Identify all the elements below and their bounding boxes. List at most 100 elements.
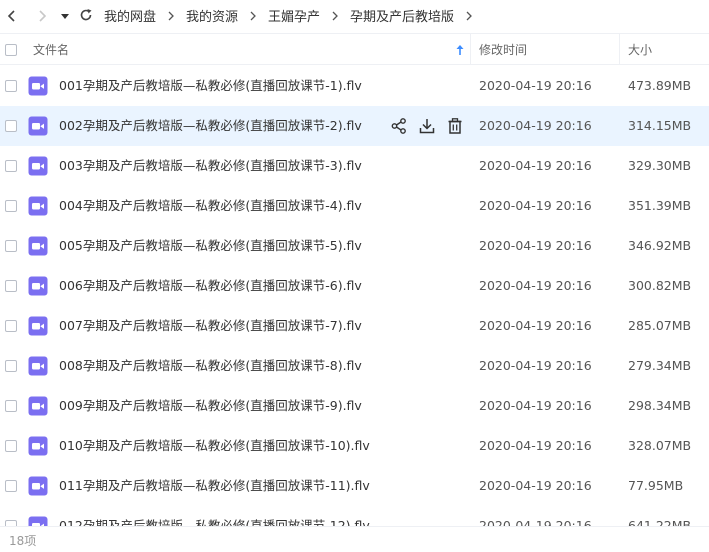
file-size: 473.89MB [628,78,692,93]
file-size: 77.95MB [628,478,684,493]
file-name[interactable]: 009孕期及产后教培版—私教必修(直播回放课节-9).flv [59,386,362,426]
video-file-icon [28,116,48,136]
breadcrumb-item[interactable]: 我的资源 [186,6,238,25]
file-size: 298.34MB [628,398,692,413]
row-checkbox[interactable] [5,440,17,452]
file-name[interactable]: 008孕期及产后教培版—私教必修(直播回放课节-8).flv [59,346,362,386]
video-file-icon [28,196,48,216]
row-checkbox[interactable] [5,400,17,412]
file-name[interactable]: 007孕期及产后教培版—私教必修(直播回放课节-7).flv [59,306,362,346]
file-modified-time: 2020-04-19 20:16 [479,358,592,373]
video-file-icon [28,316,48,336]
file-row[interactable]: 006孕期及产后教培版—私教必修(直播回放课节-6).flv 2020-04-19… [0,266,709,306]
breadcrumb-separator-icon [249,11,257,21]
column-header-size[interactable]: 大小 [628,34,652,65]
row-checkbox[interactable] [5,320,17,332]
file-size: 346.92MB [628,238,692,253]
column-header-name[interactable]: 文件名 [33,34,69,65]
breadcrumb-item[interactable]: 我的网盘 [104,6,156,25]
file-name[interactable]: 004孕期及产后教培版—私教必修(直播回放课节-4).flv [59,186,362,226]
file-row[interactable]: 005孕期及产后教培版—私教必修(直播回放课节-5).flv 2020-04-19… [0,226,709,266]
navigation-bar: 我的网盘 我的资源 王媚孕产 孕期及产后教培版 [0,0,709,31]
forward-button[interactable] [33,7,51,25]
video-file-icon [28,516,48,526]
row-checkbox[interactable] [5,200,17,212]
breadcrumb-separator-icon [331,11,339,21]
row-checkbox[interactable] [5,160,17,172]
row-checkbox[interactable] [5,480,17,492]
file-modified-time: 2020-04-19 20:16 [479,318,592,333]
file-size: 279.34MB [628,358,692,373]
video-file-icon [28,276,48,296]
file-size: 328.07MB [628,438,692,453]
video-file-icon [28,76,48,96]
breadcrumb-item[interactable]: 孕期及产后教培版 [350,6,454,25]
history-dropdown-button[interactable] [56,7,74,25]
refresh-button[interactable] [77,6,95,24]
breadcrumb-separator-icon[interactable] [465,11,473,21]
file-name[interactable]: 012孕期及产后教培版—私教必修(直播回放课节-12).flv [59,506,370,526]
select-all-checkbox-wrap [5,34,17,65]
video-file-icon [28,356,48,376]
chevron-right-icon [39,10,47,22]
file-list: 001孕期及产后教培版—私教必修(直播回放课节-1).flv 2020-04-19… [0,66,709,526]
row-checkbox[interactable] [5,240,17,252]
share-icon[interactable] [390,117,408,135]
sort-arrow-up-icon[interactable] [455,34,465,65]
video-file-icon [28,476,48,496]
refresh-icon [80,9,92,21]
file-size: 329.30MB [628,158,692,173]
file-row[interactable]: 007孕期及产后教培版—私教必修(直播回放课节-7).flv 2020-04-19… [0,306,709,346]
select-all-checkbox[interactable] [5,43,17,56]
file-name[interactable]: 006孕期及产后教培版—私教必修(直播回放课节-6).flv [59,266,362,306]
file-name[interactable]: 003孕期及产后教培版—私教必修(直播回放课节-3).flv [59,146,362,186]
download-icon[interactable] [418,117,436,135]
file-row[interactable]: 011孕期及产后教培版—私教必修(直播回放课节-11).flv 2020-04-1… [0,466,709,506]
file-modified-time: 2020-04-19 20:16 [479,478,592,493]
row-checkbox[interactable] [5,280,17,292]
file-row[interactable]: 012孕期及产后教培版—私教必修(直播回放课节-12).flv 2020-04-1… [0,506,709,526]
file-row[interactable]: 010孕期及产后教培版—私教必修(直播回放课节-10).flv 2020-04-1… [0,426,709,466]
file-row[interactable]: 009孕期及产后教培版—私教必修(直播回放课节-9).flv 2020-04-19… [0,386,709,426]
column-divider [470,34,471,65]
chevron-left-icon [7,10,15,22]
file-modified-time: 2020-04-19 20:16 [479,118,592,133]
video-file-icon [28,396,48,416]
breadcrumb-separator-icon [167,11,175,21]
file-modified-time: 2020-04-19 20:16 [479,78,592,93]
file-modified-time: 2020-04-19 20:16 [479,278,592,293]
file-modified-time: 2020-04-19 20:16 [479,198,592,213]
file-size: 300.82MB [628,278,692,293]
file-size: 285.07MB [628,318,692,333]
column-divider [619,34,620,65]
status-bar: 18项 [0,526,709,552]
file-row[interactable]: 004孕期及产后教培版—私教必修(直播回放课节-4).flv 2020-04-19… [0,186,709,226]
file-name[interactable]: 011孕期及产后教培版—私教必修(直播回放课节-11).flv [59,466,370,506]
file-name[interactable]: 005孕期及产后教培版—私教必修(直播回放课节-5).flv [59,226,362,266]
file-name[interactable]: 001孕期及产后教培版—私教必修(直播回放课节-1).flv [59,66,362,106]
trash-icon[interactable] [446,117,464,135]
breadcrumb: 我的网盘 我的资源 王媚孕产 孕期及产后教培版 [104,0,484,31]
caret-down-icon [61,14,69,19]
file-size: 351.39MB [628,198,692,213]
file-modified-time: 2020-04-19 20:16 [479,398,592,413]
file-row[interactable]: 008孕期及产后教培版—私教必修(直播回放课节-8).flv 2020-04-19… [0,346,709,386]
file-name[interactable]: 002孕期及产后教培版—私教必修(直播回放课节-2).flv [59,106,362,146]
file-list-header: 文件名 修改时间 大小 [0,33,709,65]
video-file-icon [28,156,48,176]
breadcrumb-item[interactable]: 王媚孕产 [268,6,320,25]
video-file-icon [28,436,48,456]
row-checkbox[interactable] [5,360,17,372]
item-count: 18项 [9,534,37,548]
row-checkbox[interactable] [5,120,17,132]
column-header-modified[interactable]: 修改时间 [479,34,527,65]
file-row[interactable]: 003孕期及产后教培版—私教必修(直播回放课节-3).flv 2020-04-19… [0,146,709,186]
file-name[interactable]: 010孕期及产后教培版—私教必修(直播回放课节-10).flv [59,426,370,466]
file-modified-time: 2020-04-19 20:16 [479,158,592,173]
file-size: 314.15MB [628,118,692,133]
file-row[interactable]: 002孕期及产后教培版—私教必修(直播回放课节-2).flv 2020-04-19… [0,106,709,146]
back-button[interactable] [3,7,21,25]
file-modified-time: 2020-04-19 20:16 [479,518,592,526]
file-row[interactable]: 001孕期及产后教培版—私教必修(直播回放课节-1).flv 2020-04-19… [0,66,709,106]
row-checkbox[interactable] [5,80,17,92]
